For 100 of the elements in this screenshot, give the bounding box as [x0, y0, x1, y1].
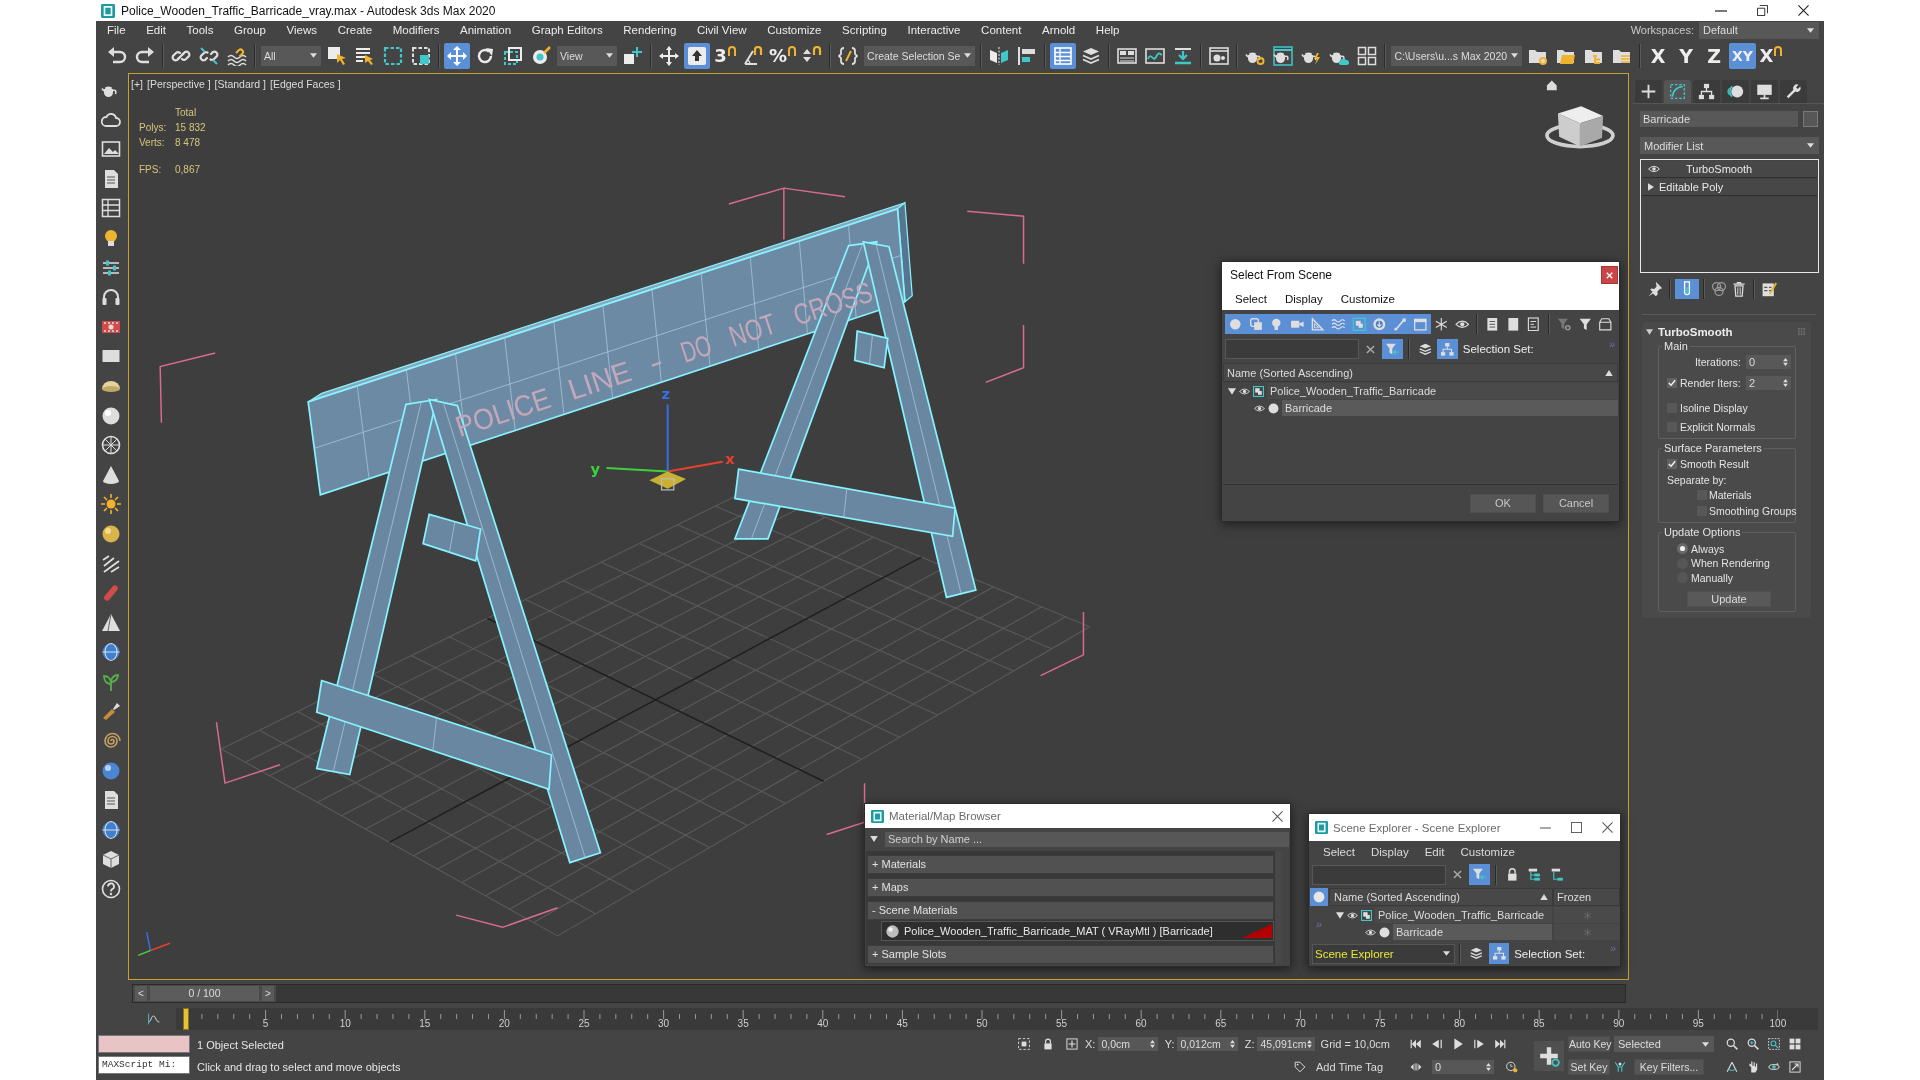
box-icon[interactable] [101, 849, 121, 870]
object-color-swatch[interactable] [1803, 111, 1818, 127]
grid-panel-icon[interactable] [101, 198, 121, 219]
search-field[interactable] [1225, 339, 1359, 359]
glossy-sphere-icon[interactable] [101, 760, 121, 781]
leg-brace[interactable] [853, 330, 889, 369]
snap-toggle-button[interactable]: X [1758, 42, 1784, 69]
section-header[interactable]: - Scene Materials [867, 901, 1274, 920]
column-header[interactable]: Name (Sorted Ascending) [1223, 363, 1618, 382]
close-icon[interactable] [1272, 810, 1283, 822]
cancel-button[interactable]: Cancel [1543, 493, 1609, 513]
column-header[interactable]: Name (Sorted Ascending) [1329, 888, 1553, 906]
command-panel-tab[interactable] [1751, 80, 1778, 103]
material-item[interactable]: Police_Wooden_Traffic_Barricade_MAT ( VRayMtl ) [Barricade] [881, 921, 1274, 941]
scene-tree-item[interactable]: Police_Wooden_Traffic_Barricade [1375, 907, 1552, 923]
key-mode-dropdown[interactable]: Selected [1614, 1036, 1714, 1052]
menu-item[interactable]: Graph Editors [521, 24, 613, 36]
transform-gizmo[interactable] [605, 403, 724, 491]
close-icon[interactable] [1798, 5, 1809, 16]
help-icon[interactable] [101, 879, 121, 900]
sphere-icon[interactable] [101, 405, 121, 426]
clear-icon[interactable] [1453, 870, 1462, 879]
spinner-arrows-icon[interactable] [1149, 1040, 1155, 1048]
home-icon[interactable] [1546, 80, 1557, 91]
command-panel-tab[interactable] [1664, 80, 1691, 103]
expand-triangle-icon[interactable] [1228, 387, 1236, 395]
dashed-frame-icon[interactable] [1018, 1038, 1030, 1050]
menu-item[interactable]: Civil View [686, 24, 757, 36]
previous-frame-icon[interactable] [1431, 1038, 1443, 1050]
rollout-header[interactable]: TurboSmooth [1646, 325, 1733, 338]
skip-end-icon[interactable] [1494, 1038, 1506, 1050]
explorer-dropdown[interactable]: Scene Explorer [1312, 943, 1455, 964]
barricade-crossbar[interactable] [315, 679, 553, 791]
tag-icon[interactable] [1294, 1061, 1306, 1073]
menu-item[interactable]: Edit [135, 24, 177, 36]
key-filters-button[interactable]: Key Filters... [1634, 1059, 1704, 1075]
clock-dot-icon[interactable] [1506, 1061, 1518, 1073]
expand-triangle-icon[interactable] [1648, 183, 1654, 191]
stick-figure-icon[interactable] [1614, 1061, 1626, 1073]
triangles-bars-icon[interactable] [1410, 1061, 1422, 1073]
section-header[interactable]: + Materials [867, 855, 1274, 874]
menu-item[interactable]: Group [223, 24, 277, 36]
radio-button[interactable] [1677, 543, 1688, 554]
pyramid-icon[interactable] [101, 612, 121, 633]
maximize-icon[interactable] [1571, 822, 1582, 833]
command-panel-tab[interactable] [1780, 80, 1807, 103]
add-time-tag-label[interactable]: Add Time Tag [1316, 1061, 1384, 1073]
ok-button[interactable]: OK [1470, 493, 1536, 513]
time-slider-track[interactable]: < 0 / 100 > [132, 984, 1626, 1003]
eye-icon[interactable] [1239, 385, 1250, 397]
eye-icon[interactable] [1648, 163, 1660, 175]
menu-item[interactable]: Edit [1416, 846, 1453, 858]
leg-brace[interactable] [422, 513, 482, 562]
dashed-frame-magnifier-icon[interactable] [1768, 1038, 1780, 1050]
menu-item[interactable]: Tools [176, 24, 224, 36]
menu-item[interactable]: Customize [1331, 293, 1404, 305]
menu-item[interactable]: Modifiers [382, 24, 450, 36]
key-plus-icon[interactable] [1534, 1041, 1564, 1071]
container-icon[interactable] [1410, 313, 1431, 335]
column-header[interactable]: Frozen [1553, 888, 1620, 906]
eye-icon[interactable] [1254, 402, 1265, 414]
spinner-arrows-icon[interactable] [1306, 1040, 1312, 1048]
menu-item[interactable]: Arnold [1031, 24, 1086, 36]
barricade-crossbar[interactable] [734, 468, 956, 538]
cone-icon[interactable] [101, 464, 121, 485]
brush-icon[interactable] [101, 701, 121, 722]
bone-icon[interactable] [1389, 313, 1411, 335]
time-slider-thumb[interactable]: < 0 / 100 > [133, 985, 276, 1002]
maximize-arrow-icon[interactable] [1789, 1061, 1801, 1073]
viewport-menu-label[interactable]: [Standard ] [214, 78, 266, 90]
grip-dots-icon[interactable] [1798, 328, 1805, 335]
globe-icon[interactable] [101, 642, 121, 663]
eye-icon[interactable] [1365, 926, 1376, 938]
expand-triangle-icon[interactable] [1336, 911, 1344, 919]
menu-item[interactable]: Customize [1452, 846, 1523, 858]
search-field[interactable]: Search by Name ... [885, 831, 1289, 847]
hierarchy-icon[interactable] [1488, 943, 1510, 964]
scene-tree-item[interactable]: Barricade [1282, 400, 1618, 416]
spinner-arrows-icon[interactable] [1783, 379, 1788, 387]
coordinate-field[interactable]: 45,091cm [1257, 1037, 1315, 1051]
arrow-box-icon[interactable] [684, 42, 710, 69]
coordinate-field[interactable]: 0,012cm [1177, 1037, 1238, 1051]
next-frame-button[interactable]: > [262, 986, 274, 1001]
camera-icon[interactable] [1286, 313, 1308, 335]
command-panel-tab[interactable] [1722, 80, 1749, 103]
hand-icon[interactable] [1747, 1061, 1759, 1073]
cross-box-icon[interactable] [1066, 1038, 1078, 1050]
axis-constraint-button[interactable]: Z [1701, 42, 1728, 69]
axis-constraint-button[interactable]: X [1645, 42, 1672, 69]
axis-constraint-button[interactable]: Y [1673, 42, 1700, 69]
toolbar-dropdown[interactable]: C:\Users\u...s Max 2020 [1391, 45, 1523, 66]
skip-start-icon[interactable] [1410, 1038, 1422, 1050]
toolbar-dropdown[interactable]: All [261, 45, 321, 66]
magnifier-icon[interactable] [1726, 1038, 1738, 1050]
circle-toggle-icon[interactable] [1310, 888, 1328, 906]
menu-item[interactable]: Display [1275, 293, 1332, 305]
section-header[interactable]: + Sample Slots [867, 945, 1274, 964]
spinner-arrows-icon[interactable] [1783, 358, 1788, 366]
picture-icon[interactable] [101, 139, 121, 160]
auto-key-button[interactable]: Auto Key [1568, 1036, 1610, 1052]
